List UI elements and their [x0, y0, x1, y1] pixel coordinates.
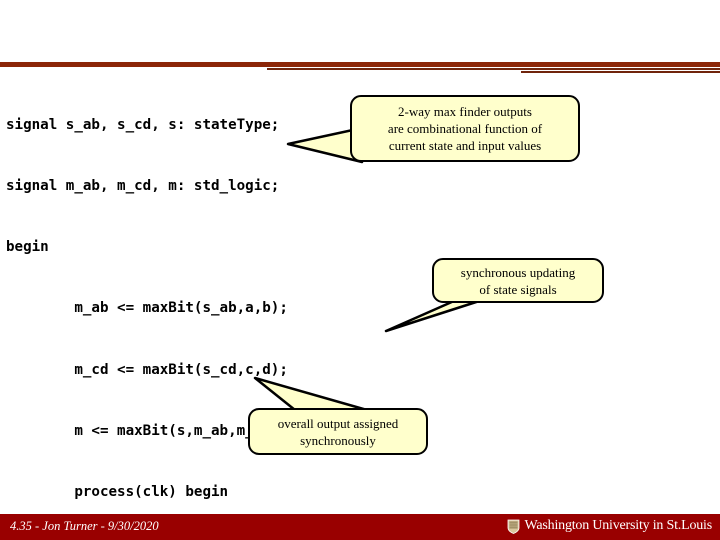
callout-synchronous-updating: synchronous updating of state signals [432, 258, 604, 303]
callout-line: synchronously [300, 432, 376, 448]
code-line: m_ab <= maxBit(s_ab,a,b); [6, 300, 288, 317]
washu-shield-icon [507, 519, 519, 534]
header-rule-thick [0, 62, 720, 67]
callout-line: are combinational function of [387, 121, 543, 136]
header-rule-thin-secondary [521, 71, 720, 73]
callout-line: overall output assigned [277, 415, 399, 431]
callout-line: current state and input values [388, 138, 542, 153]
code-line: m_cd <= maxBit(s_cd,c,d); [6, 361, 288, 378]
header-rule-thin-primary [267, 68, 720, 70]
callout-line: of state signals [479, 281, 557, 297]
callout-line: synchronous updating [460, 264, 576, 280]
code-line: signal m_ab, m_cd, m: std_logic; [6, 178, 280, 195]
callout-line: 2-way max finder outputs [398, 104, 532, 119]
callout-overall-output: overall output assigned synchronously [248, 408, 428, 455]
code-line: begin [6, 239, 49, 256]
code-line: process(clk) begin [6, 484, 229, 501]
slide-canvas: signal s_ab, s_cd, s: stateType; signal … [0, 0, 720, 540]
footer-branding: Washington University in St.Louis [507, 518, 713, 534]
footer-attribution: 4.35 - Jon Turner - 9/30/2020 [10, 519, 159, 533]
university-name: Washington University in St.Louis [524, 518, 713, 533]
callout-combinational-outputs: 2-way max finder outputs are combination… [350, 95, 580, 162]
